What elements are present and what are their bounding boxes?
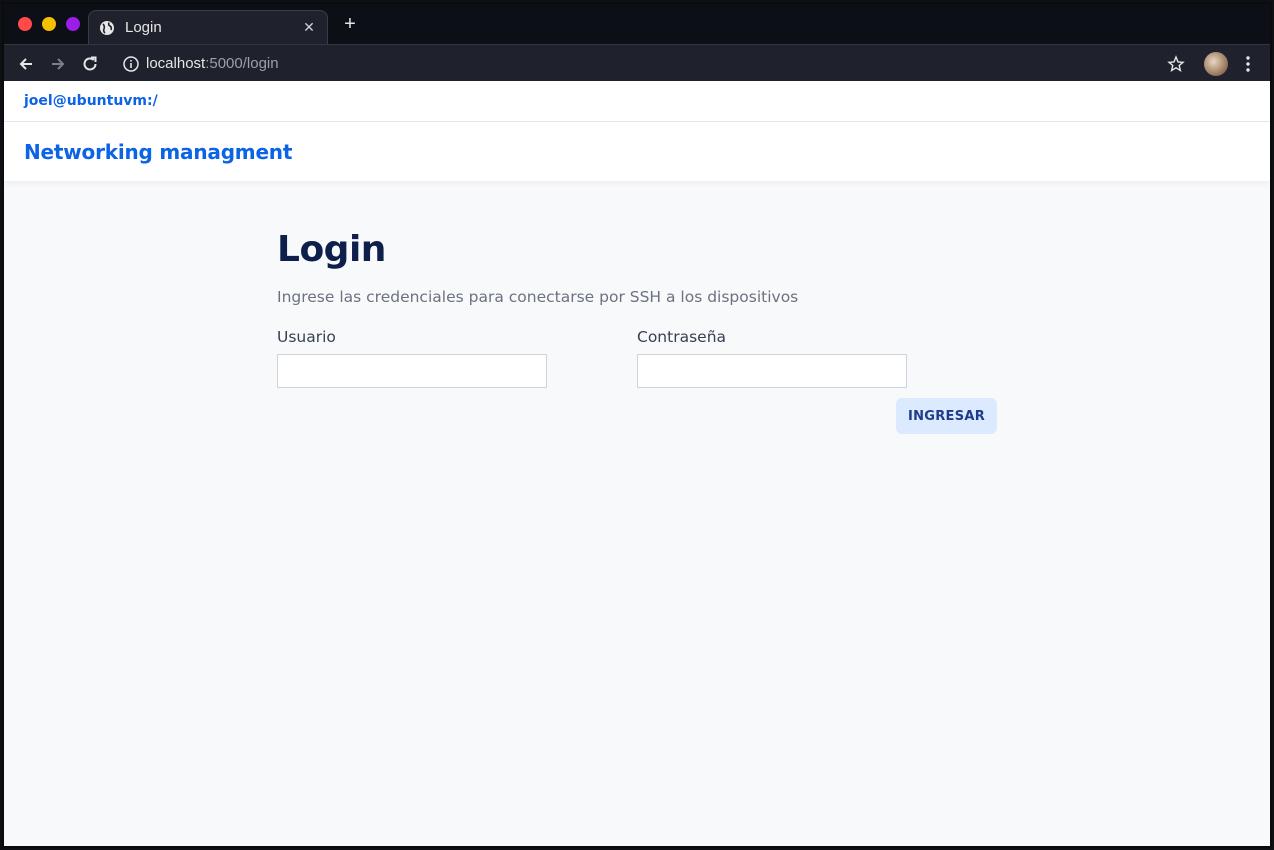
close-window-button[interactable] [18, 17, 32, 31]
user-input[interactable] [277, 354, 547, 388]
password-field-group: Contraseña [637, 328, 907, 388]
user-host-label: joel@ubuntuvm:/ [24, 93, 158, 109]
page-subtitle: Ingrese las credenciales para conectarse… [277, 288, 799, 306]
info-icon[interactable] [122, 55, 140, 73]
password-input[interactable] [637, 354, 907, 388]
arrow-right-icon [52, 58, 65, 70]
url-host: localhost [146, 55, 206, 72]
reload-button[interactable] [80, 54, 100, 74]
user-field-group: Usuario [277, 328, 547, 388]
minimize-window-button[interactable] [42, 17, 56, 31]
forward-button[interactable] [48, 54, 68, 74]
navbar: Networking managment [4, 122, 1270, 181]
maximize-window-button[interactable] [66, 17, 80, 31]
login-form: Login Ingrese las credenciales para cone… [277, 229, 999, 434]
address-toolbar: localhost:5000/login [4, 44, 1270, 82]
submit-button[interactable]: INGRESAR [896, 398, 997, 434]
brand-link[interactable]: Networking managment [24, 140, 292, 164]
globe-icon [100, 20, 114, 35]
url-path: :5000/login [205, 55, 279, 72]
profile-avatar[interactable] [1204, 52, 1228, 76]
user-label: Usuario [277, 328, 336, 346]
tab-login[interactable]: Login ✕ [88, 10, 328, 44]
close-tab-icon[interactable]: ✕ [301, 20, 317, 36]
page-title: Login [277, 229, 386, 270]
new-tab-button[interactable]: + [338, 14, 362, 34]
more-menu-icon[interactable] [1240, 54, 1256, 74]
browser-window: Login ✕ + localhost:5000/login joel@ubun… [2, 2, 1272, 848]
reload-icon [83, 56, 97, 71]
password-label: Contraseña [637, 328, 727, 346]
tab-strip: Login ✕ + [4, 4, 1270, 44]
back-button[interactable] [16, 54, 36, 74]
page-viewport: joel@ubuntuvm:/ Networking managment Log… [4, 81, 1270, 846]
address-bar[interactable]: localhost:5000/login [146, 55, 279, 72]
bookmark-star-icon[interactable] [1166, 54, 1186, 74]
arrow-left-icon [19, 58, 32, 70]
tab-title: Login [125, 19, 162, 36]
form-fields: Usuario Contraseña [277, 328, 999, 388]
top-bar: joel@ubuntuvm:/ [4, 81, 1270, 122]
